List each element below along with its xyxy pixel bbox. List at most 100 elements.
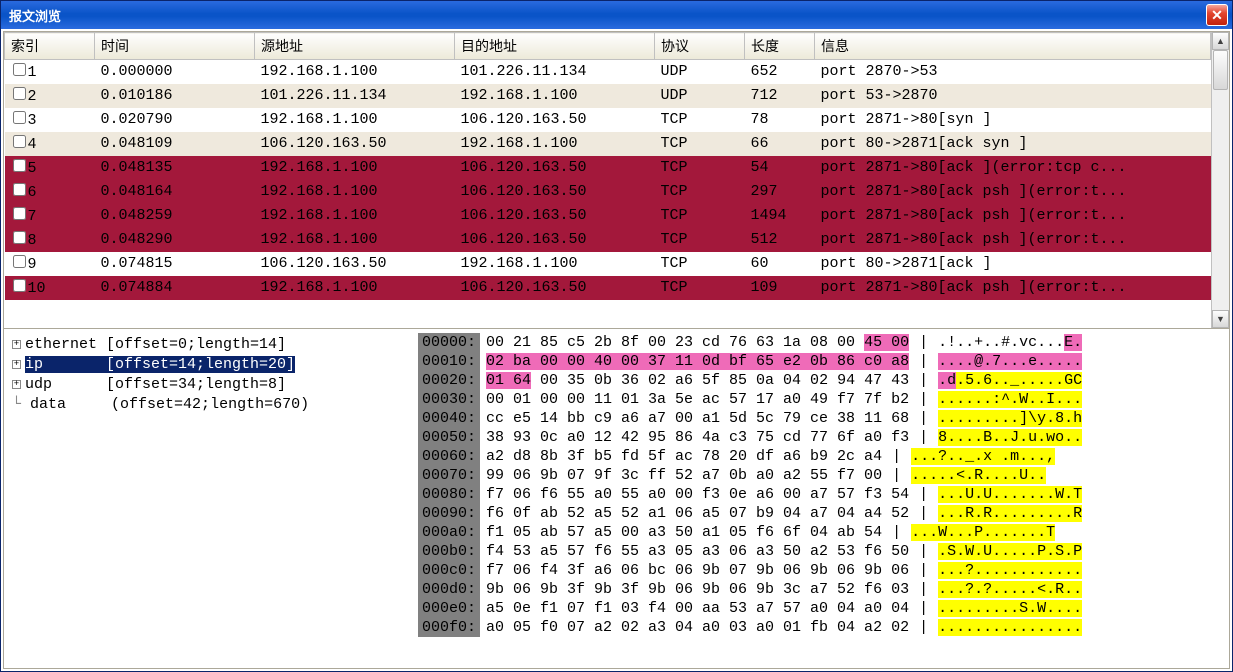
- titlebar[interactable]: 报文浏览 ✕: [1, 1, 1232, 29]
- tree-node-ethernet[interactable]: +ethernet [offset=0;length=14]: [12, 335, 410, 355]
- table-row[interactable]: 70.048259192.168.1.100106.120.163.50TCP1…: [5, 204, 1211, 228]
- row-checkbox[interactable]: [13, 255, 26, 268]
- cell-len: 66: [745, 132, 815, 156]
- table-row[interactable]: 20.010186101.226.11.134192.168.1.100UDP7…: [5, 84, 1211, 108]
- hex-ascii: ...R.R.........R: [938, 504, 1082, 523]
- cell-info: port 2871->80[ack psh ](error:t...: [815, 228, 1211, 252]
- tree-node-ip[interactable]: + ip [offset=14;length=20]: [12, 355, 410, 375]
- cell-proto: UDP: [655, 60, 745, 84]
- hex-bytes: f6 0f ab 52 a5 52 a1 06 a5 07 b9 04 a7 0…: [480, 504, 909, 523]
- row-index: 4: [28, 136, 37, 153]
- tree-label: ip [offset=14;length=20]: [25, 356, 295, 373]
- cell-time: 0.048109: [95, 132, 255, 156]
- hex-bytes: 9b 06 9b 3f 9b 3f 9b 06 9b 06 9b 3c a7 5…: [480, 580, 909, 599]
- tree-expand-icon[interactable]: +: [12, 360, 21, 369]
- hex-ascii: ....@.7...e.....: [938, 352, 1082, 371]
- hex-row[interactable]: 00070:99 06 9b 07 9f 3c ff 52 a7 0b a0 a…: [418, 466, 1229, 485]
- row-checkbox[interactable]: [13, 159, 26, 172]
- hex-offset: 00010:: [418, 352, 480, 371]
- row-checkbox[interactable]: [13, 135, 26, 148]
- close-icon: ✕: [1211, 7, 1223, 24]
- hex-separator: |: [909, 504, 938, 523]
- col-len[interactable]: 长度: [745, 33, 815, 60]
- row-checkbox[interactable]: [13, 111, 26, 124]
- hex-ascii: ...?.?.....<.R..: [938, 580, 1082, 599]
- tree-node-data[interactable]: └ data (offset=42;length=670): [12, 395, 410, 415]
- tree-node-udp[interactable]: +udp [offset=34;length=8]: [12, 375, 410, 395]
- hex-row[interactable]: 000b0:f4 53 a5 57 f6 55 a3 05 a3 06 a3 5…: [418, 542, 1229, 561]
- hex-row[interactable]: 00050:38 93 0c a0 12 42 95 86 4a c3 75 c…: [418, 428, 1229, 447]
- hex-ascii: ......:^.W..I...: [938, 390, 1082, 409]
- row-checkbox[interactable]: [13, 207, 26, 220]
- hex-bytes: a5 0e f1 07 f1 03 f4 00 aa 53 a7 57 a0 0…: [480, 599, 909, 618]
- col-time[interactable]: 时间: [95, 33, 255, 60]
- scroll-thumb[interactable]: [1213, 50, 1228, 90]
- close-button[interactable]: ✕: [1206, 4, 1228, 26]
- row-checkbox-cell: 4: [5, 132, 95, 156]
- col-dst[interactable]: 目的地址: [455, 33, 655, 60]
- cell-time: 0.074815: [95, 252, 255, 276]
- table-row[interactable]: 80.048290192.168.1.100106.120.163.50TCP5…: [5, 228, 1211, 252]
- hex-ascii: .d.5.6.._.....GC: [938, 371, 1082, 390]
- cell-time: 0.048290: [95, 228, 255, 252]
- hex-row[interactable]: 00020:01 64 00 35 0b 36 02 a6 5f 85 0a 0…: [418, 371, 1229, 390]
- hex-row[interactable]: 00010:02 ba 00 00 40 00 37 11 0d bf 65 e…: [418, 352, 1229, 371]
- tree-expand-icon[interactable]: +: [12, 340, 21, 349]
- cell-len: 297: [745, 180, 815, 204]
- cell-time: 0.074884: [95, 276, 255, 300]
- packet-list-scrollbar[interactable]: ▲ ▼: [1211, 32, 1229, 328]
- table-row[interactable]: 10.000000192.168.1.100101.226.11.134UDP6…: [5, 60, 1211, 84]
- tree-expand-icon[interactable]: +: [12, 380, 21, 389]
- row-index: 5: [28, 160, 37, 177]
- detail-panes: +ethernet [offset=0;length=14]+ip [offse…: [3, 329, 1230, 669]
- hex-ascii: ...U.U.......W.T: [938, 485, 1082, 504]
- col-src[interactable]: 源地址: [255, 33, 455, 60]
- hex-row[interactable]: 00080:f7 06 f6 55 a0 55 a0 00 f3 0e a6 0…: [418, 485, 1229, 504]
- hex-row[interactable]: 00000:00 21 85 c5 2b 8f 00 23 cd 76 63 1…: [418, 333, 1229, 352]
- col-proto[interactable]: 协议: [655, 33, 745, 60]
- hex-row[interactable]: 000d0:9b 06 9b 3f 9b 3f 9b 06 9b 06 9b 3…: [418, 580, 1229, 599]
- hex-row[interactable]: 000a0:f1 05 ab 57 a5 00 a3 50 a1 05 f6 6…: [418, 523, 1229, 542]
- hex-row[interactable]: 00090:f6 0f ab 52 a5 52 a1 06 a5 07 b9 0…: [418, 504, 1229, 523]
- cell-len: 652: [745, 60, 815, 84]
- cell-info: port 2871->80[ack ](error:tcp c...: [815, 156, 1211, 180]
- hex-row[interactable]: 00040:cc e5 14 bb c9 a6 a7 00 a1 5d 5c 7…: [418, 409, 1229, 428]
- hex-offset: 000d0:: [418, 580, 480, 599]
- cell-proto: UDP: [655, 84, 745, 108]
- cell-time: 0.048259: [95, 204, 255, 228]
- hex-ascii: 8....B..J.u.wo..: [938, 428, 1082, 447]
- scroll-track[interactable]: [1212, 50, 1229, 310]
- table-row[interactable]: 50.048135192.168.1.100106.120.163.50TCP5…: [5, 156, 1211, 180]
- table-row[interactable]: 90.074815106.120.163.50192.168.1.100TCP6…: [5, 252, 1211, 276]
- col-info[interactable]: 信息: [815, 33, 1211, 60]
- packet-table: 索引 时间 源地址 目的地址 协议 长度 信息 10.000000192.168…: [4, 32, 1211, 300]
- row-checkbox[interactable]: [13, 63, 26, 76]
- scroll-up-button[interactable]: ▲: [1212, 32, 1229, 50]
- hex-row[interactable]: 000f0:a0 05 f0 07 a2 02 a3 04 a0 03 a0 0…: [418, 618, 1229, 637]
- hex-separator: |: [909, 371, 938, 390]
- table-row[interactable]: 30.020790192.168.1.100106.120.163.50TCP7…: [5, 108, 1211, 132]
- tree-label: data: [30, 396, 66, 413]
- table-row[interactable]: 60.048164192.168.1.100106.120.163.50TCP2…: [5, 180, 1211, 204]
- hex-bytes: 38 93 0c a0 12 42 95 86 4a c3 75 cd 77 6…: [480, 428, 909, 447]
- cell-src: 192.168.1.100: [255, 204, 455, 228]
- hex-ascii: .S.W.U.....P.S.P: [938, 542, 1082, 561]
- row-checkbox[interactable]: [13, 279, 26, 292]
- cell-src: 192.168.1.100: [255, 228, 455, 252]
- row-checkbox[interactable]: [13, 87, 26, 100]
- hex-row[interactable]: 000c0:f7 06 f4 3f a6 06 bc 06 9b 07 9b 0…: [418, 561, 1229, 580]
- table-row[interactable]: 40.048109106.120.163.50192.168.1.100TCP6…: [5, 132, 1211, 156]
- hex-row[interactable]: 00060:a2 d8 8b 3f b5 fd 5f ac 78 20 df a…: [418, 447, 1229, 466]
- hex-separator: |: [909, 352, 938, 371]
- row-checkbox[interactable]: [13, 183, 26, 196]
- hex-row[interactable]: 000e0:a5 0e f1 07 f1 03 f4 00 aa 53 a7 5…: [418, 599, 1229, 618]
- hex-row[interactable]: 00030:00 01 00 00 11 01 3a 5e ac 57 17 a…: [418, 390, 1229, 409]
- hex-bytes: 99 06 9b 07 9f 3c ff 52 a7 0b a0 a2 55 f…: [480, 466, 882, 485]
- row-checkbox[interactable]: [13, 231, 26, 244]
- scroll-down-button[interactable]: ▼: [1212, 310, 1229, 328]
- hex-offset: 00090:: [418, 504, 480, 523]
- table-row[interactable]: 100.074884192.168.1.100106.120.163.50TCP…: [5, 276, 1211, 300]
- hex-offset: 000b0:: [418, 542, 480, 561]
- col-index[interactable]: 索引: [5, 33, 95, 60]
- tree-detail: [offset=34;length=8]: [106, 376, 286, 393]
